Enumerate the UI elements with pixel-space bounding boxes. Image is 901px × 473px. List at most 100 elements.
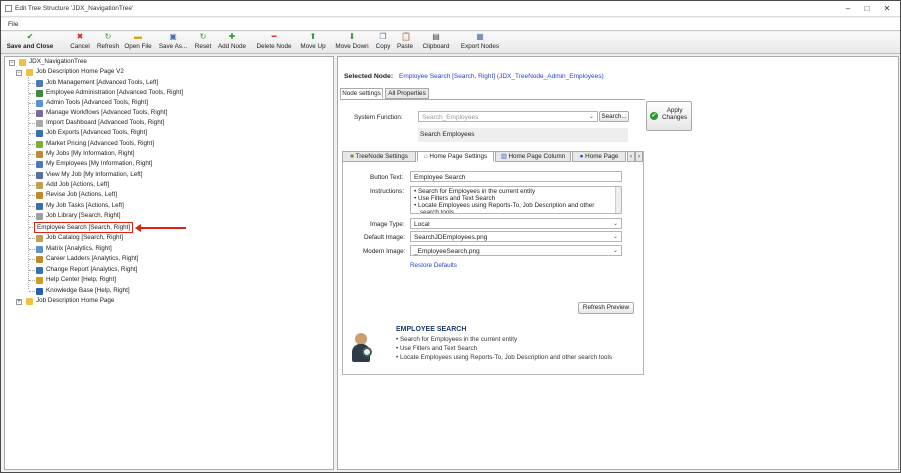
tree-item[interactable]: Job Catalog [Search, Right] [36,233,123,243]
move-up-button[interactable]: ⬆ Move Up [296,33,330,53]
tree-item[interactable]: My Jobs [My Information, Right] [36,149,135,159]
node-icon [36,276,43,284]
node-icon [36,266,43,274]
check-icon: ✔ [650,112,658,120]
tree-line [29,291,35,292]
folder-icon: ▬ [134,32,142,41]
add-node-button[interactable]: ✚ Add Node [216,33,248,53]
instructions-textarea[interactable]: • Search for Employees in the current en… [410,186,622,214]
tree-item[interactable]: Add Job [Actions, Left] [36,180,109,190]
instructions-scrollbar[interactable] [615,187,621,213]
tab-node-settings[interactable]: Node settings [340,88,383,99]
delete-node-button[interactable]: ━ Delete Node [253,33,295,53]
instructions-label: Instructions: [370,188,404,195]
arrow-down-icon: ⬇ [348,32,356,41]
image-type-select[interactable]: Local ⌄ [410,218,622,229]
system-function-label: System Function: [354,114,403,121]
tab-all-properties[interactable]: All Properties [385,88,429,99]
tab-scroll-left-icon[interactable]: ‹ [627,151,635,162]
button-text-label: Button Text: [370,174,404,181]
tab-treenode-settings[interactable]: ■ TreeNode Settings [342,151,416,162]
node-icon [36,245,43,253]
tree-node-label: JDX_NavigationTree [29,58,87,65]
tree-line [29,83,35,84]
tree-group-home[interactable]: Job Description Home Page [26,296,114,306]
tree-item[interactable]: Help Center [Help, Right] [36,275,116,285]
toolbar-label: Copy [375,43,391,50]
refresh-button[interactable]: ↻ Refresh [95,33,121,53]
tree-item[interactable]: Job Exports [Advanced Tools, Right] [36,128,147,138]
save-as-button[interactable]: ▣ Save As... [158,33,188,53]
editor-window: Edit Tree Structure 'JDX_NavigationTree'… [0,0,901,473]
tree-item[interactable]: My Job Tasks [Actions, Left] [36,201,124,211]
node-icon [36,150,43,158]
minimize-icon[interactable]: – [839,3,857,14]
tree-item[interactable]: Manage Workflows [Advanced Tools, Right] [36,108,167,118]
modern-image-select[interactable]: _EmployeeSearch.png ⌄ [410,245,622,256]
tab-home-page-column[interactable]: ▥ Home Page Column [495,151,571,162]
tree-node-label: Knowledge Base [Help, Right] [46,287,130,294]
tree-node-label: Job Library [Search, Right] [46,212,121,219]
export-nodes-button[interactable]: ▦ Export Nodes [456,33,504,53]
clipboard-button[interactable]: ▤ Clipboard [419,33,453,53]
tree-node-label: Help Center [Help, Right] [46,276,116,283]
cancel-button[interactable]: ✖ Cancel [67,33,93,53]
preview-title: EMPLOYEE SEARCH [396,326,467,333]
tab-scroll-right-icon[interactable]: › [635,151,643,162]
restore-defaults-link[interactable]: Restore Defaults [410,262,457,269]
tree-item[interactable]: Knowledge Base [Help, Right] [36,286,130,296]
search-button[interactable]: Search... [599,111,629,122]
system-function-field[interactable]: Search_Employees ⌄ [418,111,598,122]
node-icon [36,119,43,127]
node-icon [36,160,43,168]
preview-bullet: • Use Filters and Text Search [396,345,478,352]
collapse-toggle-icon[interactable]: − [16,70,22,76]
maximize-icon[interactable]: □ [858,3,876,14]
expand-toggle-icon[interactable]: + [16,299,22,305]
copy-button[interactable]: ❐ Copy [374,33,392,53]
tree-item[interactable]: Change Report [Analytics, Right] [36,265,137,275]
default-image-select[interactable]: SearchJDEmployees.png ⌄ [410,231,622,242]
tree-item[interactable]: View My Job [My Information, Left] [36,170,142,180]
tree-item[interactable]: My Employees [My Information, Right] [36,159,152,169]
system-function-desc: Search Employees [420,131,475,138]
tree-item[interactable]: Import Dashboard [Advanced Tools, Right] [36,118,164,128]
plus-icon: ✚ [228,32,236,41]
tree-line [29,185,35,186]
tree-node-label: My Jobs [My Information, Right] [46,150,135,157]
tree-line [29,133,35,134]
apply-changes-button[interactable]: ✔ Apply Changes [646,101,692,131]
chevron-down-icon: ⌄ [612,221,618,227]
tree-group-v2[interactable]: Job Description Home Page V2 [26,67,124,77]
tree-item[interactable]: Employee Administration [Advanced Tools,… [36,88,183,98]
tree-item[interactable]: Matrix [Analytics, Right] [36,244,112,254]
save-and-close-button[interactable]: ✔ Save and Close [4,33,56,53]
toolbar-label: Move Up [300,43,326,50]
tab-home-page-settings[interactable]: ⌂ Home Page Settings [417,151,494,162]
paste-button[interactable]: 📋 Paste [396,33,414,53]
tree-node-label: Change Report [Analytics, Right] [46,266,138,273]
tab-home-page[interactable]: ● Home Page [572,151,626,162]
button-text-input[interactable]: Employee Search [410,171,622,182]
tree-item-selected[interactable]: Employee Search [Search, Right] [34,222,134,233]
window-title: Edit Tree Structure 'JDX_NavigationTree' [15,5,134,12]
close-icon[interactable]: ✕ [878,3,896,14]
tree-item[interactable]: Admin Tools [Advanced Tools, Right] [36,98,148,108]
instruction-line: • Use Filters and Text Search [414,195,496,202]
tree-item[interactable]: Job Library [Search, Right] [36,211,121,221]
tree-line [29,175,35,176]
open-file-button[interactable]: ▬ Open File [122,33,154,53]
menu-file[interactable]: File [8,21,18,28]
tree-item[interactable]: Career Ladders [Analytics, Right] [36,254,138,264]
move-down-button[interactable]: ⬇ Move Down [332,33,372,53]
export-icon: ▦ [476,32,484,41]
collapse-toggle-icon[interactable]: − [9,60,15,66]
tree-root[interactable]: JDX_NavigationTree [19,57,87,67]
refresh-preview-button[interactable]: Refresh Preview [578,302,634,314]
cancel-icon: ✖ [76,32,84,41]
details-panel: Selected Node: Employee Search [Search, … [337,56,899,470]
reset-button[interactable]: ↻ Reset [193,33,213,53]
tree-item[interactable]: Job Management [Advanced Tools, Left] [36,78,158,88]
tree-item[interactable]: Market Pricing [Advanced Tools, Right] [36,139,154,149]
tree-item[interactable]: Revise Job [Actions, Left] [36,190,117,200]
